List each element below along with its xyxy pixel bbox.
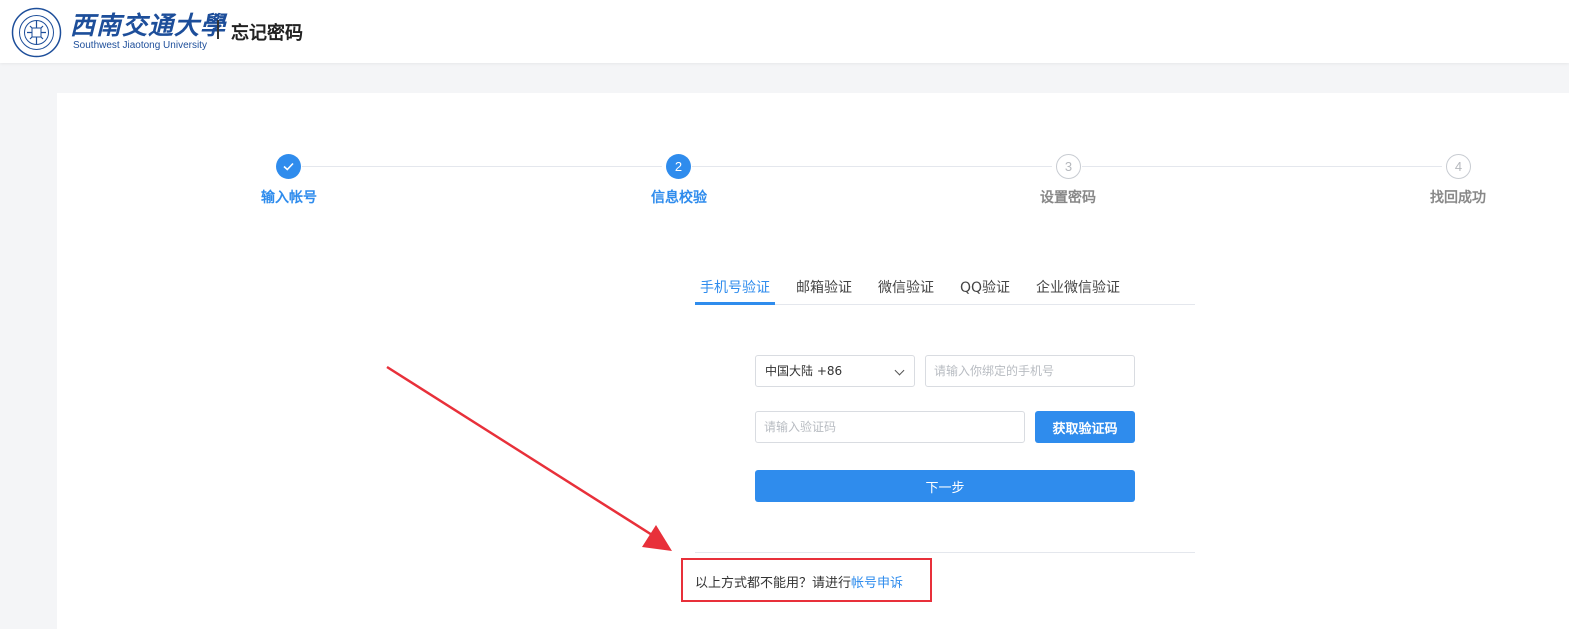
phone-input[interactable] [925, 355, 1135, 387]
tab-active-indicator [695, 302, 775, 305]
tab-wecom[interactable]: 企业微信验证 [1036, 277, 1120, 297]
step-3-indicator: 3 [1056, 154, 1081, 179]
appeal-prompt-text: 以上方式都不能用？请进行 [695, 576, 852, 591]
tab-phone[interactable]: 手机号验证 [700, 277, 770, 297]
step-connector [302, 166, 662, 167]
annotation-arrow-icon [386, 365, 672, 551]
header-divider [217, 20, 219, 39]
university-seal-icon [11, 7, 62, 58]
country-code-value: 中国大陆 +86 [765, 364, 843, 378]
get-code-button[interactable]: 获取验证码 [1035, 411, 1135, 443]
page-title: 忘记密码 [231, 23, 303, 44]
country-code-select[interactable]: 中国大陆 +86 [755, 355, 915, 387]
university-logo-english: Southwest Jiaotong University [73, 40, 207, 51]
step-1-check-icon [276, 154, 301, 179]
step-2-indicator: 2 [666, 154, 691, 179]
step-4-indicator: 4 [1446, 154, 1471, 179]
university-logo-text: 西南交通大學 [70, 11, 227, 40]
tab-email[interactable]: 邮箱验证 [796, 277, 852, 297]
step-label: 信息校验 [651, 190, 707, 206]
step-label: 设置密码 [1040, 190, 1096, 206]
step-label: 找回成功 [1430, 190, 1486, 206]
tab-wechat[interactable]: 微信验证 [878, 277, 934, 297]
step-connector [1082, 166, 1442, 167]
footer-divider [695, 552, 1195, 553]
step-connector [692, 166, 1052, 167]
next-step-button[interactable]: 下一步 [755, 470, 1135, 502]
appeal-prompt: 以上方式都不能用？请进行帐号申诉 [695, 572, 903, 591]
tab-qq[interactable]: QQ验证 [960, 277, 1010, 297]
top-header: 西南交通大學 Southwest Jiaotong University 忘记密… [0, 0, 1569, 63]
account-appeal-link[interactable]: 帐号申诉 [851, 576, 903, 591]
verification-code-input[interactable] [755, 411, 1025, 443]
step-label: 输入帐号 [261, 190, 317, 206]
chevron-down-icon [894, 365, 905, 376]
